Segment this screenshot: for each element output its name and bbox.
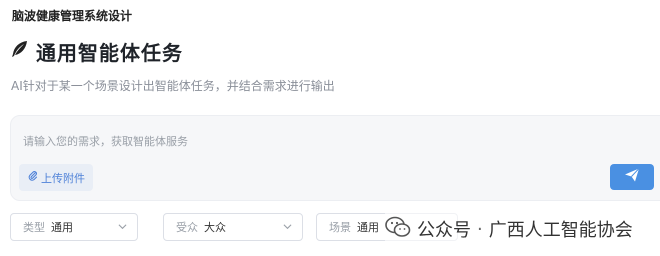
filter-type-select[interactable]: 类型 通用 <box>10 213 138 241</box>
wechat-icon <box>385 216 417 243</box>
filter-scene-value: 通用 <box>357 221 379 234</box>
paperclip-icon <box>27 170 41 185</box>
chevron-down-icon <box>118 224 127 230</box>
watermark: 公众号 · 广西人工智能协会 <box>385 211 633 247</box>
page-subtitle: AI针对于某一个场景设计出智能体任务，并结合需求进行输出 <box>11 79 335 93</box>
send-button[interactable] <box>610 164 654 190</box>
watermark-prefix: 公众号 <box>417 220 471 241</box>
page-title: 通用智能体任务 <box>36 40 183 65</box>
composer-input[interactable]: 请输入您的需求，获取智能体服务 <box>23 133 188 149</box>
composer-panel[interactable]: 请输入您的需求，获取智能体服务 上传附件 <box>10 115 660 201</box>
watermark-separator: · <box>477 218 483 240</box>
upload-label: 上传附件 <box>41 171 85 185</box>
filter-audience-select[interactable]: 受众 大众 <box>163 213 303 241</box>
filter-type-value: 通用 <box>51 221 73 234</box>
upload-attachment-button[interactable]: 上传附件 <box>19 164 93 191</box>
send-icon <box>624 167 640 187</box>
feather-icon <box>10 39 30 63</box>
page-heading: 通用智能体任务 <box>10 36 183 66</box>
watermark-name: 广西人工智能协会 <box>488 220 633 241</box>
filter-audience-label: 受众 <box>176 221 198 234</box>
chevron-down-icon <box>283 224 292 230</box>
filter-audience-value: 大众 <box>204 221 226 234</box>
filter-scene-label: 场景 <box>329 221 351 234</box>
filter-type-label: 类型 <box>23 221 45 234</box>
app-title: 脑波健康管理系统设计 <box>12 9 133 23</box>
